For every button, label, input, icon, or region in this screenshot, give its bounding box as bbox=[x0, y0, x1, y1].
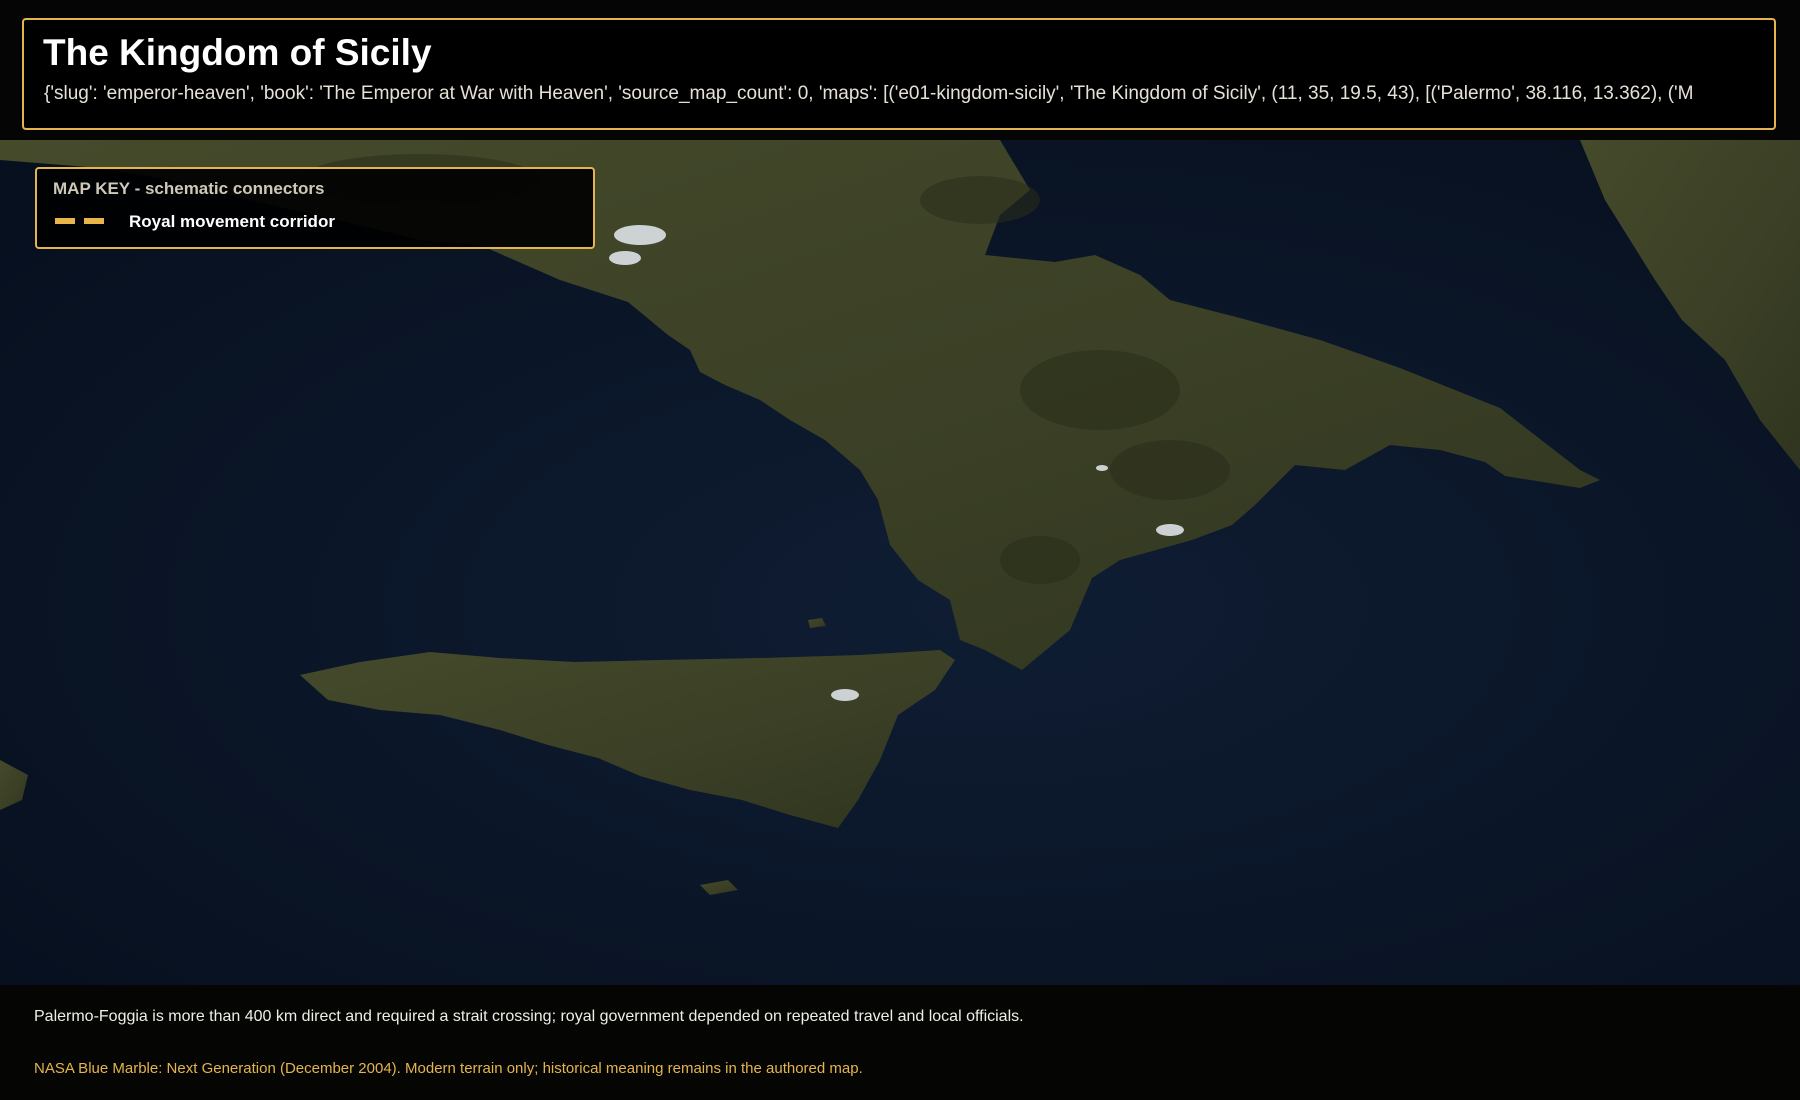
map-footer: Palermo-Foggia is more than 400 km direc… bbox=[0, 985, 1800, 1100]
map-title: The Kingdom of Sicily bbox=[43, 32, 432, 73]
legend-item-label: Royal movement corridor bbox=[129, 212, 335, 231]
map-viewport[interactable]: PalermoMessinaNaplesCapuaFoggiaBariBrind… bbox=[0, 0, 1800, 1100]
map-legend: MAP KEY - schematic connectors Royal mov… bbox=[35, 167, 595, 249]
image-credit: NASA Blue Marble: Next Generation (Decem… bbox=[34, 1060, 863, 1077]
title-panel: The Kingdom of Sicily {'slug': 'emperor-… bbox=[22, 18, 1776, 130]
legend-title: MAP KEY - schematic connectors bbox=[53, 179, 325, 198]
dashed-line-swatch-icon bbox=[55, 218, 111, 224]
satellite-map: PalermoMessinaNaplesCapuaFoggiaBariBrind… bbox=[0, 140, 1800, 990]
footer-note: Palermo-Foggia is more than 400 km direc… bbox=[34, 1008, 1024, 1025]
metadata-line: {'slug': 'emperor-heaven', 'book': 'The … bbox=[44, 83, 1694, 104]
